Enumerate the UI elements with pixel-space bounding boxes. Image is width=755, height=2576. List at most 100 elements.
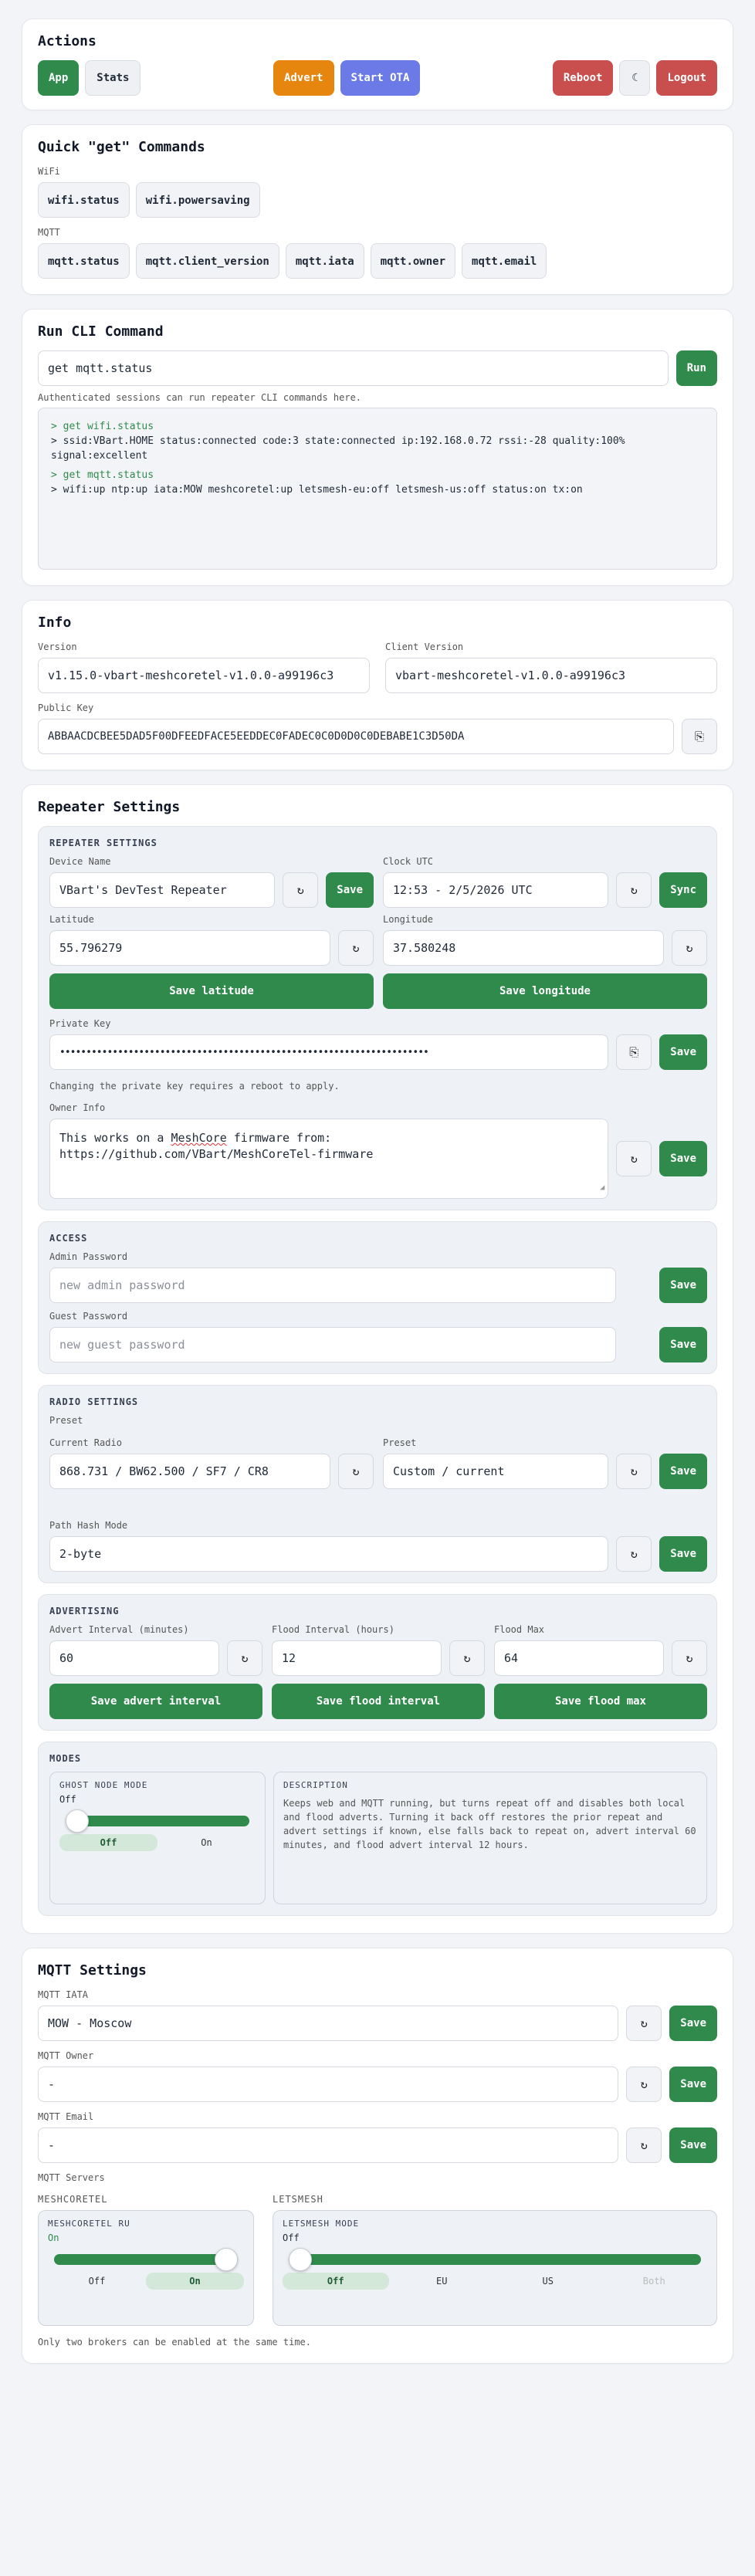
ghost-node-slider[interactable] [66,1809,249,1833]
refresh-icon[interactable]: ↻ [672,1640,707,1676]
actions-card: Actions App Stats Advert Start OTA Reboo… [22,19,733,110]
quick-mqtt-owner[interactable]: mqtt.owner [370,243,456,279]
letsmesh-option-us[interactable]: US [495,2273,601,2290]
sync-clock-button[interactable]: Sync [659,872,707,908]
refresh-icon[interactable]: ↻ [338,930,374,966]
save-mqtt-email-button[interactable]: Save [669,2127,717,2163]
refresh-icon[interactable]: ↻ [626,2006,662,2041]
description-title: DESCRIPTION [283,1780,348,1790]
guest-password-input[interactable]: new guest password [49,1327,617,1362]
run-button[interactable]: Run [675,350,717,386]
quick-mqtt-client-version[interactable]: mqtt.client_version [135,243,279,279]
longitude-input[interactable]: 37.580248 [383,930,664,966]
save-private-key-button[interactable]: Save [659,1034,707,1070]
resize-handle-icon[interactable]: ◢ [600,1180,604,1196]
device-name-label: Device Name [49,856,111,867]
logout-button[interactable]: Logout [656,60,718,96]
save-guest-password-button[interactable]: Save [659,1327,707,1362]
copy-icon[interactable]: ⎘ [682,719,717,754]
ghost-option-off[interactable]: Off [59,1834,157,1851]
path-hash-mode-select[interactable]: 2-byte [49,1536,609,1572]
brokers-note: Only two brokers can be enabled at the s… [38,2337,312,2348]
save-longitude-button[interactable]: Save longitude [383,973,707,1009]
admin-password-input[interactable]: new admin password [49,1268,617,1303]
quick-wifi-status[interactable]: wifi.status [38,182,130,218]
save-mqtt-owner-button[interactable]: Save [669,2067,717,2102]
mqtt-owner-label: MQTT Owner [38,2050,94,2061]
save-mqtt-iata-button[interactable]: Save [669,2006,717,2041]
owner-info-textarea[interactable]: This works on a MeshCore firmware from: … [49,1119,609,1199]
public-key-field: ABBAACDCBEE5DAD5F00DFEEDFACE5EEDDEC0FADE… [38,719,674,754]
letsmesh-option-off[interactable]: Off [283,2273,389,2290]
admin-password-label: Admin Password [49,1251,128,1262]
refresh-icon[interactable]: ↻ [616,872,652,908]
meshcoretel-slider[interactable] [54,2248,238,2271]
refresh-icon[interactable]: ↻ [626,2127,662,2163]
slider-knob[interactable] [289,2248,312,2271]
client-version-label: Client Version [385,641,464,652]
save-latitude-button[interactable]: Save latitude [49,973,374,1009]
ghost-node-title: GHOST NODE MODE [59,1780,148,1790]
refresh-icon[interactable]: ↻ [283,872,319,908]
theme-toggle-icon[interactable]: ☾ [619,60,651,96]
slider-knob[interactable] [66,1809,89,1833]
app-button[interactable]: App [38,60,80,96]
letsmesh-option-eu[interactable]: EU [389,2273,496,2290]
reboot-button[interactable]: Reboot [552,60,614,96]
mqtt-servers-label: MQTT Servers [38,2172,105,2183]
start-ota-button[interactable]: Start OTA [340,60,421,96]
private-key-label: Private Key [49,1018,111,1029]
repeater-settings-card: Repeater Settings REPEATER SETTINGS Devi… [22,784,733,1934]
refresh-icon[interactable]: ↻ [227,1640,262,1676]
save-admin-password-button[interactable]: Save [659,1268,707,1303]
save-device-name-button[interactable]: Save [326,872,374,908]
clock-field: 12:53 - 2/5/2026 UTC [383,872,609,908]
latitude-input[interactable]: 55.796279 [49,930,330,966]
flood-interval-input[interactable]: 12 [272,1640,442,1676]
refresh-icon[interactable]: ↻ [672,930,707,966]
letsmesh-column-label: LETSMESH [273,2194,323,2205]
version-field: v1.15.0-vbart-meshcoretel-v1.0.0-a99196c… [38,658,370,693]
meshcoretel-option-on[interactable]: On [146,2273,244,2290]
mqtt-settings-title: MQTT Settings [38,1962,147,1979]
save-flood-max-button[interactable]: Save flood max [494,1684,707,1719]
info-title: Info [38,614,72,631]
mqtt-email-input[interactable]: - [38,2127,619,2163]
mqtt-owner-input[interactable]: - [38,2067,619,2102]
refresh-icon[interactable]: ↻ [616,1454,652,1489]
refresh-icon[interactable]: ↻ [626,2067,662,2102]
refresh-icon[interactable]: ↻ [449,1640,485,1676]
owner-info-label: Owner Info [49,1102,106,1113]
stats-button[interactable]: Stats [85,60,141,96]
advert-button[interactable]: Advert [273,60,334,96]
quick-mqtt-iata[interactable]: mqtt.iata [285,243,364,279]
save-preset-button[interactable]: Save [659,1454,707,1489]
quick-mqtt-email[interactable]: mqtt.email [462,243,547,279]
guest-password-label: Guest Password [49,1311,128,1322]
save-advert-interval-button[interactable]: Save advert interval [49,1684,262,1719]
current-radio-label: Current Radio [49,1437,122,1448]
meshcoretel-option-off[interactable]: Off [48,2273,146,2290]
mqtt-iata-select[interactable]: MOW - Moscow [38,2006,619,2041]
device-name-input[interactable]: VBart's DevTest Repeater [49,872,276,908]
private-key-input[interactable]: ••••••••••••••••••••••••••••••••••••••••… [49,1034,609,1070]
refresh-icon[interactable]: ↻ [616,1536,652,1572]
cli-output: > get wifi.status > ssid:VBart.HOME stat… [38,408,717,570]
save-path-hash-button[interactable]: Save [659,1536,707,1572]
letsmesh-title: LETSMESH MODE [283,2219,360,2229]
cli-input[interactable]: get mqtt.status [38,350,669,386]
cli-log-output: > ssid:VBart.HOME status:connected code:… [51,435,625,462]
refresh-icon[interactable]: ↻ [338,1454,374,1489]
flood-max-input[interactable]: 64 [494,1640,664,1676]
copy-icon[interactable]: ⎘ [616,1034,652,1070]
advert-interval-input[interactable]: 60 [49,1640,219,1676]
ghost-option-on[interactable]: On [157,1834,256,1851]
quick-mqtt-status[interactable]: mqtt.status [38,243,130,279]
save-flood-interval-button[interactable]: Save flood interval [272,1684,485,1719]
preset-select[interactable]: Custom / current [383,1454,609,1489]
quick-wifi-powersaving[interactable]: wifi.powersaving [135,182,260,218]
save-owner-info-button[interactable]: Save [659,1141,707,1176]
refresh-icon[interactable]: ↻ [616,1141,652,1176]
slider-knob[interactable] [215,2248,238,2271]
letsmesh-slider[interactable] [289,2248,701,2271]
